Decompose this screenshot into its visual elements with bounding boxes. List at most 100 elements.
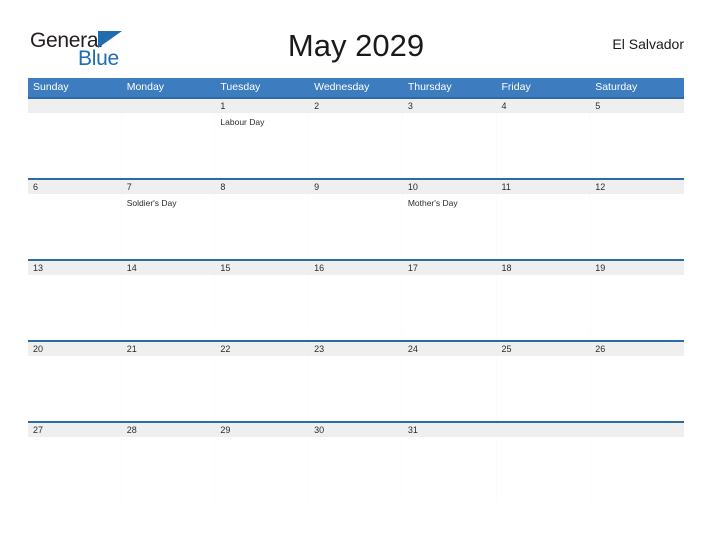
page-title: May 2029 bbox=[287, 28, 425, 63]
day-number[interactable]: 23 bbox=[309, 342, 403, 356]
day-number[interactable]: 31 bbox=[403, 423, 497, 437]
day-number[interactable]: 22 bbox=[215, 342, 309, 356]
calendar-weeks: 1 2 3 4 5 Labour Day 6 7 8 9 10 11 12 Soldier's Day Mo… bbox=[28, 97, 684, 502]
calendar-page: General Blue May 2029 El Salvador Sunday… bbox=[0, 0, 712, 550]
calendar-week-row: 1 2 3 4 5 Labour Day bbox=[28, 97, 684, 178]
week-date-band: 13 14 15 16 17 18 19 bbox=[28, 261, 684, 275]
day-cell[interactable]: Mother's Day bbox=[403, 194, 497, 259]
day-number[interactable]: 1 bbox=[215, 99, 309, 113]
day-number[interactable]: 30 bbox=[309, 423, 403, 437]
week-date-band: 6 7 8 9 10 11 12 bbox=[28, 180, 684, 194]
day-cell[interactable] bbox=[215, 275, 310, 340]
weekday-header-wednesday: Wednesday bbox=[314, 81, 370, 93]
calendar-week-row: 20 21 22 23 24 25 26 bbox=[28, 340, 684, 421]
day-number[interactable]: 20 bbox=[28, 342, 122, 356]
weekday-header-thursday: Thursday bbox=[407, 81, 452, 93]
day-cell[interactable] bbox=[28, 194, 122, 259]
day-cell[interactable] bbox=[590, 356, 684, 421]
calendar-week-row: 27 28 29 30 31 bbox=[28, 421, 684, 502]
day-number[interactable]: 11 bbox=[497, 180, 591, 194]
weekday-header-friday: Friday bbox=[501, 81, 531, 93]
day-cell[interactable] bbox=[122, 275, 216, 340]
day-cell[interactable] bbox=[215, 194, 310, 259]
day-number[interactable]: 4 bbox=[497, 99, 591, 113]
day-number[interactable]: 5 bbox=[590, 99, 684, 113]
day-cell bbox=[28, 113, 122, 178]
day-number[interactable]: 3 bbox=[403, 99, 497, 113]
day-cell[interactable] bbox=[590, 275, 684, 340]
day-number-empty bbox=[497, 423, 591, 437]
day-number[interactable]: 13 bbox=[28, 261, 122, 275]
day-number-empty bbox=[590, 423, 684, 437]
calendar-week-row: 6 7 8 9 10 11 12 Soldier's Day Mother's Day bbox=[28, 178, 684, 259]
day-number[interactable]: 24 bbox=[403, 342, 497, 356]
day-cell[interactable] bbox=[28, 437, 122, 502]
weekday-header-row: Sunday Monday Tuesday Wednesday Thursday… bbox=[28, 78, 684, 97]
weekday-header-sunday: Sunday bbox=[33, 81, 69, 93]
day-number[interactable]: 21 bbox=[122, 342, 216, 356]
day-cell[interactable] bbox=[309, 356, 403, 421]
day-cell[interactable] bbox=[497, 194, 591, 259]
day-number[interactable]: 25 bbox=[497, 342, 591, 356]
day-number[interactable]: 9 bbox=[309, 180, 403, 194]
day-cell[interactable] bbox=[309, 275, 403, 340]
day-cell[interactable] bbox=[590, 194, 684, 259]
day-cell[interactable] bbox=[309, 437, 403, 502]
day-cell[interactable] bbox=[215, 356, 310, 421]
day-cell[interactable] bbox=[309, 194, 403, 259]
day-number[interactable]: 6 bbox=[28, 180, 122, 194]
holiday-label: Mother's Day bbox=[407, 198, 458, 208]
day-cell[interactable] bbox=[497, 356, 591, 421]
day-number[interactable]: 8 bbox=[215, 180, 309, 194]
day-number[interactable]: 16 bbox=[309, 261, 403, 275]
day-cell[interactable]: Labour Day bbox=[215, 113, 310, 178]
day-number[interactable]: 26 bbox=[590, 342, 684, 356]
day-cell bbox=[122, 113, 216, 178]
day-cell[interactable] bbox=[215, 437, 310, 502]
day-number[interactable]: 27 bbox=[28, 423, 122, 437]
day-cell[interactable] bbox=[403, 437, 497, 502]
weekday-header-monday: Monday bbox=[126, 81, 165, 93]
day-number[interactable]: 2 bbox=[309, 99, 403, 113]
day-number-empty bbox=[122, 99, 216, 113]
day-number[interactable]: 14 bbox=[122, 261, 216, 275]
day-cell[interactable] bbox=[122, 356, 216, 421]
holiday-label: Soldier's Day bbox=[126, 198, 177, 208]
day-number[interactable]: 29 bbox=[215, 423, 309, 437]
holiday-label: Labour Day bbox=[220, 117, 265, 127]
calendar-week-row: 13 14 15 16 17 18 19 bbox=[28, 259, 684, 340]
day-cell[interactable] bbox=[28, 356, 122, 421]
day-cell[interactable]: Soldier's Day bbox=[122, 194, 216, 259]
day-cell[interactable] bbox=[122, 437, 216, 502]
week-event-band: Soldier's Day Mother's Day bbox=[28, 194, 684, 259]
day-number[interactable]: 12 bbox=[590, 180, 684, 194]
day-cell[interactable] bbox=[403, 113, 497, 178]
day-cell[interactable] bbox=[403, 356, 497, 421]
day-number[interactable]: 10 bbox=[403, 180, 497, 194]
week-date-band: 27 28 29 30 31 bbox=[28, 423, 684, 437]
day-cell[interactable] bbox=[309, 113, 403, 178]
day-cell[interactable] bbox=[28, 275, 122, 340]
week-date-band: 20 21 22 23 24 25 26 bbox=[28, 342, 684, 356]
day-cell[interactable] bbox=[403, 275, 497, 340]
day-number-empty bbox=[28, 99, 122, 113]
calendar-grid: Sunday Monday Tuesday Wednesday Thursday… bbox=[28, 78, 684, 502]
day-cell[interactable] bbox=[590, 113, 684, 178]
region-label: El Salvador bbox=[612, 36, 684, 52]
day-cell[interactable] bbox=[497, 113, 591, 178]
week-date-band: 12345 bbox=[28, 99, 684, 113]
week-event-band bbox=[28, 275, 684, 340]
week-event-band bbox=[28, 356, 684, 421]
weekday-header-saturday: Saturday bbox=[595, 81, 638, 93]
day-number[interactable]: 15 bbox=[215, 261, 309, 275]
day-cell[interactable] bbox=[497, 275, 591, 340]
day-number[interactable]: 17 bbox=[403, 261, 497, 275]
day-number[interactable]: 19 bbox=[590, 261, 684, 275]
day-number[interactable]: 28 bbox=[122, 423, 216, 437]
week-event-band: Labour Day bbox=[28, 113, 684, 178]
day-number[interactable]: 18 bbox=[497, 261, 591, 275]
weekday-header-tuesday: Tuesday bbox=[220, 81, 261, 93]
week-event-band bbox=[28, 437, 684, 502]
day-number[interactable]: 7 bbox=[122, 180, 216, 194]
page-header: General Blue May 2029 El Salvador bbox=[28, 24, 684, 72]
